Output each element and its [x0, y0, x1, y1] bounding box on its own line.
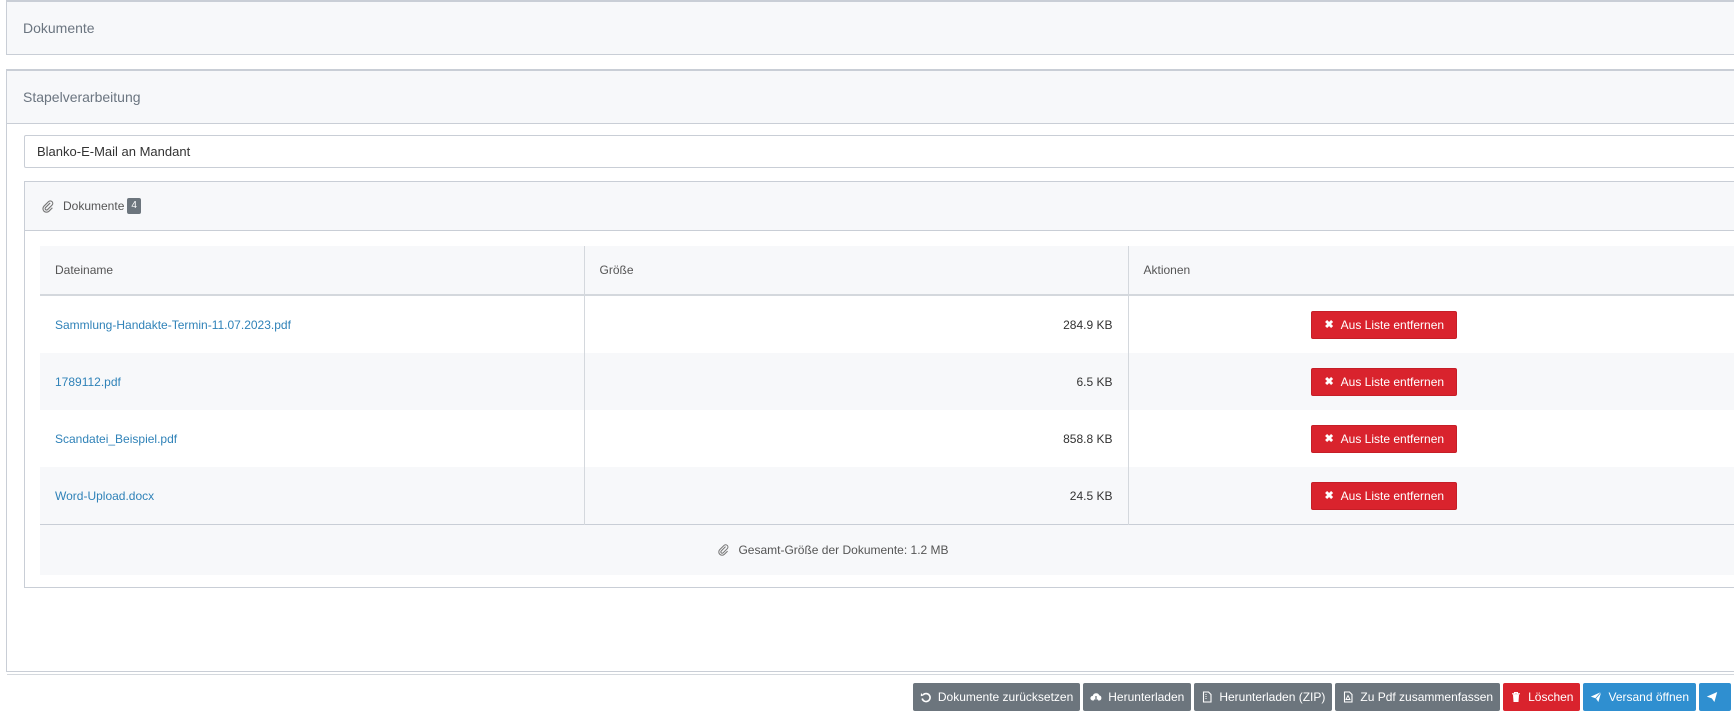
actions-cell: ✖ Aus Liste entfernen [1128, 410, 1734, 467]
table-row: Sammlung-Handakte-Termin-11.07.2023.pdf … [40, 295, 1734, 353]
documents-panel-title[interactable]: Dokumente [7, 2, 1734, 54]
merge-to-pdf-label: Zu Pdf zusammenfassen [1360, 690, 1494, 704]
actions-cell: ✖ Aus Liste entfernen [1128, 467, 1734, 525]
close-icon: ✖ [1324, 319, 1334, 331]
download-label: Herunterladen [1108, 690, 1185, 704]
remove-button-label: Aus Liste entfernen [1340, 488, 1445, 503]
open-dispatch-label: Versand öffnen [1608, 690, 1689, 704]
total-size-cell: Gesamt-Größe der Dokumente: 1.2 MB [40, 524, 1734, 575]
paperclip-icon [42, 200, 54, 213]
remove-from-list-button[interactable]: ✖ Aus Liste entfernen [1311, 310, 1458, 339]
trash-icon [1512, 691, 1521, 702]
filename-cell: Word-Upload.docx [40, 467, 585, 525]
open-dispatch-button[interactable]: Versand öffnen [1583, 683, 1696, 711]
send-button-partial[interactable] [1699, 683, 1731, 711]
total-size-text: Gesamt-Größe der Dokumente: 1.2 MB [738, 543, 949, 557]
paperclip-icon [718, 544, 729, 556]
delete-button[interactable]: Löschen [1503, 683, 1581, 711]
batch-processing-panel: Stapelverarbeitung Blanko-E-Mail an Mand… [6, 69, 1734, 711]
table-header-row: Dateiname Größe Aktionen [40, 246, 1734, 296]
footer-divider [7, 674, 1734, 675]
documents-panel: Dokumente [6, 0, 1734, 55]
column-header-actions: Aktionen [1128, 246, 1734, 296]
table-row: Scandatei_Beispiel.pdf 858.8 KB ✖ Aus Lis… [40, 410, 1734, 467]
close-icon: ✖ [1324, 376, 1334, 388]
remove-button-label: Aus Liste entfernen [1340, 374, 1445, 389]
paper-plane-icon [1706, 692, 1718, 702]
file-link[interactable]: Word-Upload.docx [55, 489, 154, 503]
documents-subpanel: Dokumente 4 Dateiname Größe Aktionen Sam… [24, 181, 1734, 588]
reset-documents-label: Dokumente zurücksetzen [937, 690, 1074, 704]
documents-subpanel-heading: Dokumente 4 [25, 182, 1734, 231]
filename-cell: 1789112.pdf [40, 353, 585, 410]
documents-count-badge: 4 [127, 198, 141, 214]
cloud-download-icon [1090, 693, 1102, 703]
batch-actions-toolbar: Dokumente zurücksetzen Herunterladen Her… [912, 683, 1731, 711]
filename-cell: Sammlung-Handakte-Termin-11.07.2023.pdf [40, 295, 585, 353]
download-button[interactable]: Herunterladen [1083, 683, 1192, 711]
reset-documents-button[interactable]: Dokumente zurücksetzen [912, 683, 1081, 711]
documents-table: Dateiname Größe Aktionen Sammlung-Handak… [40, 246, 1734, 575]
delete-label: Löschen [1528, 690, 1574, 704]
actions-cell: ✖ Aus Liste entfernen [1128, 353, 1734, 410]
remove-from-list-button[interactable]: ✖ Aus Liste entfernen [1311, 367, 1458, 396]
table-footer-row: Gesamt-Größe der Dokumente: 1.2 MB [40, 524, 1734, 575]
batch-panel-title: Stapelverarbeitung [7, 71, 1734, 124]
size-cell: 6.5 KB [584, 353, 1129, 410]
documents-table-wrapper: Dateiname Größe Aktionen Sammlung-Handak… [40, 246, 1734, 575]
size-cell: 24.5 KB [584, 467, 1129, 525]
file-link[interactable]: Sammlung-Handakte-Termin-11.07.2023.pdf [55, 318, 291, 332]
file-pdf-icon [1344, 691, 1353, 703]
undo-icon [920, 692, 931, 703]
file-zip-icon [1203, 691, 1212, 703]
documents-subpanel-title: Dokumente [63, 199, 125, 213]
file-link[interactable]: 1789112.pdf [55, 375, 121, 389]
merge-to-pdf-button[interactable]: Zu Pdf zusammenfassen [1335, 683, 1501, 711]
download-zip-label: Herunterladen (ZIP) [1219, 690, 1326, 704]
remove-from-list-button[interactable]: ✖ Aus Liste entfernen [1311, 424, 1458, 453]
file-link[interactable]: Scandatei_Beispiel.pdf [55, 432, 177, 446]
filename-cell: Scandatei_Beispiel.pdf [40, 410, 585, 467]
size-cell: 284.9 KB [584, 295, 1129, 353]
table-row: 1789112.pdf 6.5 KB ✖ Aus Liste entfernen [40, 353, 1734, 410]
download-zip-button[interactable]: Herunterladen (ZIP) [1194, 683, 1333, 711]
template-select[interactable]: Blanko-E-Mail an Mandant [24, 135, 1734, 168]
table-row: Word-Upload.docx 24.5 KB ✖ Aus Liste entf… [40, 467, 1734, 525]
remove-button-label: Aus Liste entfernen [1340, 431, 1445, 446]
close-icon: ✖ [1324, 433, 1334, 445]
close-icon: ✖ [1324, 490, 1334, 502]
column-header-filename[interactable]: Dateiname [40, 246, 585, 296]
remove-from-list-button[interactable]: ✖ Aus Liste entfernen [1311, 481, 1458, 510]
actions-cell: ✖ Aus Liste entfernen [1128, 295, 1734, 353]
column-header-size[interactable]: Größe [584, 246, 1129, 296]
remove-button-label: Aus Liste entfernen [1340, 317, 1445, 332]
size-cell: 858.8 KB [584, 410, 1129, 467]
paper-plane-icon [1591, 691, 1602, 702]
